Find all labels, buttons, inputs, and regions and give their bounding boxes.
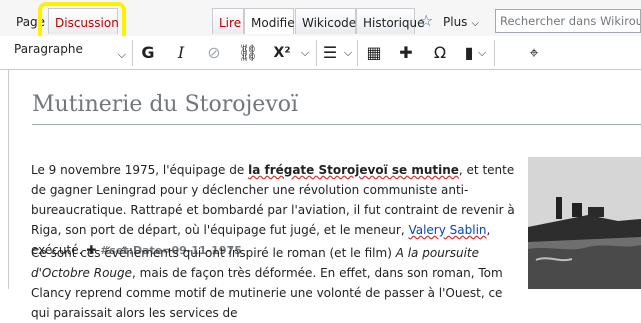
bold-button[interactable]: G	[140, 42, 156, 64]
chevron-down-icon: ⌵	[117, 48, 126, 61]
tag-icon[interactable]: ⌖	[524, 42, 544, 64]
top-tab-bar: Page Discussion Lire Modifier Wikicode H…	[0, 0, 641, 44]
tab-history[interactable]: Historique	[356, 8, 425, 34]
toolbar-divider	[132, 40, 133, 66]
star-icon[interactable]: ☆	[419, 12, 435, 30]
toolbar-divider	[494, 40, 495, 66]
toolbar-divider	[357, 40, 358, 66]
link-icon[interactable]: ⛓	[238, 42, 258, 64]
toolbar-divider	[316, 40, 317, 66]
search-placeholder: Rechercher dans Wikirouge	[500, 14, 640, 28]
chevron-down-icon[interactable]: ⌵	[343, 42, 353, 64]
article-paragraph-2[interactable]: Ce sont ces événements qui ont inspiré l…	[31, 243, 521, 323]
search-input[interactable]: Rechercher dans Wikirouge	[495, 9, 641, 33]
ship-photo	[528, 157, 641, 289]
text-run: Le 9 novembre 1975, l'équipage de	[31, 163, 249, 177]
superscript-button[interactable]: X²	[272, 42, 292, 64]
tab-read[interactable]: Lire	[212, 8, 244, 34]
tab-edit[interactable]: Modifier	[244, 8, 300, 34]
chevron-down-icon[interactable]: ⌵	[300, 42, 310, 64]
editor-toolbar: Paragraphe ⌵ G I ⊘ ⛓ X² ⌵ ☰ ⌵ ▦ ✚ Ω ▮ ⌵ …	[0, 36, 641, 70]
more-menu[interactable]: Plus ⌵	[443, 14, 479, 32]
paragraph-format-label: Paragraphe	[14, 42, 83, 56]
more-label: Plus	[443, 15, 468, 29]
tab-discussion[interactable]: Discussion	[48, 8, 119, 34]
image-icon[interactable]: ▦	[364, 42, 384, 64]
list-icon[interactable]: ☰	[320, 42, 340, 64]
no-style-icon[interactable]: ⊘	[204, 42, 224, 64]
ship-image[interactable]	[528, 157, 641, 289]
italic-button[interactable]: I	[173, 42, 189, 64]
link-valery-sablin[interactable]: Valery Sablin	[408, 223, 486, 237]
text-run: Ce sont ces événements qui ont inspiré l…	[31, 246, 396, 260]
chevron-down-icon: ⌵	[471, 18, 480, 29]
tab-wikicode[interactable]: Wikicode	[295, 8, 356, 34]
puzzle-icon[interactable]: ✚	[396, 42, 416, 64]
paragraph-format-dropdown[interactable]: Paragraphe ⌵	[14, 40, 130, 66]
book-icon[interactable]: ▮	[461, 42, 477, 64]
bold-text: la frégate Storojevoï se mutine	[248, 163, 459, 177]
tab-page[interactable]: Page	[12, 8, 45, 34]
chevron-down-icon[interactable]: ⌵	[477, 42, 487, 64]
page-title[interactable]: Mutinerie du Storojevoï	[32, 92, 298, 117]
title-underline	[32, 124, 641, 125]
omega-button[interactable]: Ω	[430, 42, 450, 64]
